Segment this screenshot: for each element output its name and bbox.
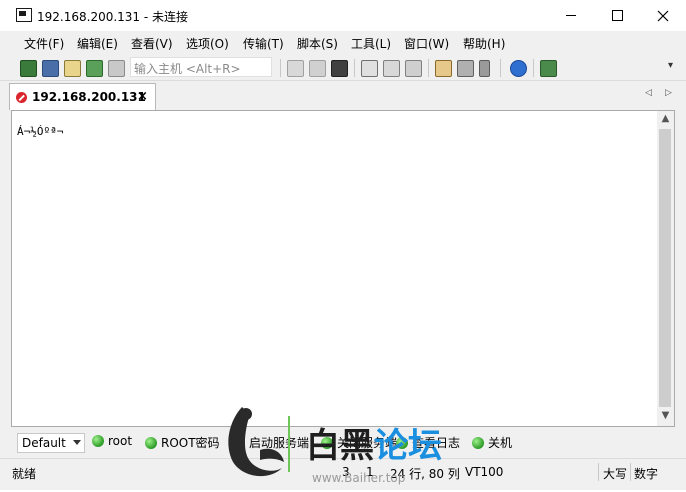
minimize-icon xyxy=(566,15,576,16)
minimize-button[interactable] xyxy=(548,0,594,31)
green-dot-icon xyxy=(145,437,157,449)
green-dot-icon xyxy=(472,437,484,449)
menu-edit[interactable]: 编辑(E) xyxy=(77,35,118,52)
menu-options[interactable]: 选项(O) xyxy=(186,35,229,52)
paste-icon[interactable] xyxy=(309,60,326,77)
toolbar-separator xyxy=(533,59,534,77)
green-dot-icon xyxy=(233,437,245,449)
host-input[interactable]: 输入主机 <Alt+R> xyxy=(130,57,272,77)
button-bar-select-value: Default xyxy=(22,436,66,450)
maximize-icon xyxy=(611,10,623,21)
menu-transfer[interactable]: 传输(T) xyxy=(243,35,284,52)
find-icon[interactable] xyxy=(331,60,348,77)
print-icon[interactable] xyxy=(361,60,378,77)
chevron-down-icon xyxy=(73,440,81,445)
sftp-icon[interactable] xyxy=(540,60,557,77)
toolbar-separator xyxy=(500,59,501,77)
scrollbar-thumb[interactable] xyxy=(659,129,671,407)
menu-tools[interactable]: 工具(L) xyxy=(351,35,391,52)
toolbar: 输入主机 <Alt+R> xyxy=(0,55,686,81)
close-icon xyxy=(657,10,669,21)
tab-close-button[interactable]: × xyxy=(137,89,148,104)
print-selection-icon[interactable] xyxy=(383,60,400,77)
session-tab[interactable]: 192.168.200.131 × xyxy=(9,83,156,110)
terminal-output: Á¬½Óºª¬ xyxy=(17,125,64,138)
status-separator xyxy=(630,463,631,481)
toolbar-separator xyxy=(354,59,355,77)
help-icon[interactable] xyxy=(510,60,527,77)
green-dot-icon xyxy=(92,435,104,447)
connect-in-tab-icon[interactable] xyxy=(64,60,81,77)
copy-icon[interactable] xyxy=(287,60,304,77)
printer-setup-icon[interactable] xyxy=(405,60,422,77)
scroll-up-icon[interactable]: ▲ xyxy=(657,113,674,127)
quick-connect-icon[interactable] xyxy=(42,60,59,77)
status-col: 1 xyxy=(366,465,374,479)
tab-scroll-left-icon[interactable]: ◁ xyxy=(645,88,652,98)
menu-script[interactable]: 脚本(S) xyxy=(297,35,338,52)
quick-button-root[interactable]: root xyxy=(92,434,132,452)
menu-view[interactable]: 查看(V) xyxy=(131,35,173,52)
green-dot-icon xyxy=(321,437,333,449)
scroll-down-icon[interactable]: ▼ xyxy=(657,410,674,424)
reconnect-icon[interactable] xyxy=(86,60,103,77)
disconnected-status-icon xyxy=(16,92,27,103)
toolbar-separator xyxy=(428,59,429,77)
menu-bar: 文件(F) 编辑(E) 查看(V) 选项(O) 传输(T) 脚本(S) 工具(L… xyxy=(0,31,686,54)
menu-help[interactable]: 帮助(H) xyxy=(463,35,505,52)
menu-file[interactable]: 文件(F) xyxy=(24,35,64,52)
quick-button-stop-server[interactable]: 关闭服务端 xyxy=(321,434,397,452)
button-bar: Default root ROOT密码 启动服务端 关闭服务端 查看日志 关机 xyxy=(0,429,686,456)
global-options-icon[interactable] xyxy=(457,60,474,77)
app-icon xyxy=(16,8,32,22)
close-button[interactable] xyxy=(640,0,686,31)
tab-strip: 192.168.200.131 × xyxy=(0,81,686,110)
quick-button-view-log[interactable]: 查看日志 xyxy=(396,434,460,452)
session-tab-label: 192.168.200.131 xyxy=(32,90,146,104)
status-size: 24 行, 80 列 xyxy=(390,467,460,481)
status-caps: 大写 xyxy=(603,467,628,481)
button-bar-select[interactable]: Default xyxy=(17,433,85,453)
title-bar: 192.168.200.131 - 未连接 xyxy=(0,0,686,31)
maximize-button[interactable] xyxy=(594,0,640,31)
toolbar-overflow-icon[interactable]: ▾ xyxy=(668,60,673,71)
tab-scroll-right-icon[interactable]: ▷ xyxy=(665,88,672,98)
status-ready: 就绪 xyxy=(12,467,37,481)
status-term-type: VT100 xyxy=(465,465,504,479)
key-map-icon[interactable] xyxy=(479,60,490,77)
disconnect-icon[interactable] xyxy=(108,60,125,77)
terminal-view[interactable]: Á¬½Óºª¬ ▲ ▼ xyxy=(11,110,675,427)
menu-window[interactable]: 窗口(W) xyxy=(404,35,449,52)
session-options-icon[interactable] xyxy=(435,60,452,77)
status-num: 数字 xyxy=(634,467,659,481)
window-title: 192.168.200.131 - 未连接 xyxy=(37,10,189,24)
quick-button-root-password[interactable]: ROOT密码 xyxy=(145,434,220,452)
quick-button-shutdown[interactable]: 关机 xyxy=(472,434,512,452)
connect-icon[interactable] xyxy=(20,60,37,77)
toolbar-separator xyxy=(280,59,281,77)
quick-button-start-server[interactable]: 启动服务端 xyxy=(233,434,309,452)
vertical-scrollbar[interactable]: ▲ ▼ xyxy=(657,111,674,426)
green-dot-icon xyxy=(396,437,408,449)
status-bar: 就绪 3 1 24 行, 80 列 VT100 大写 数字 xyxy=(0,458,686,490)
securecrt-window: 192.168.200.131 - 未连接 文件(F) 编辑(E) 查看(V) … xyxy=(0,0,686,490)
status-separator xyxy=(598,463,599,481)
status-row: 3 xyxy=(342,465,350,479)
